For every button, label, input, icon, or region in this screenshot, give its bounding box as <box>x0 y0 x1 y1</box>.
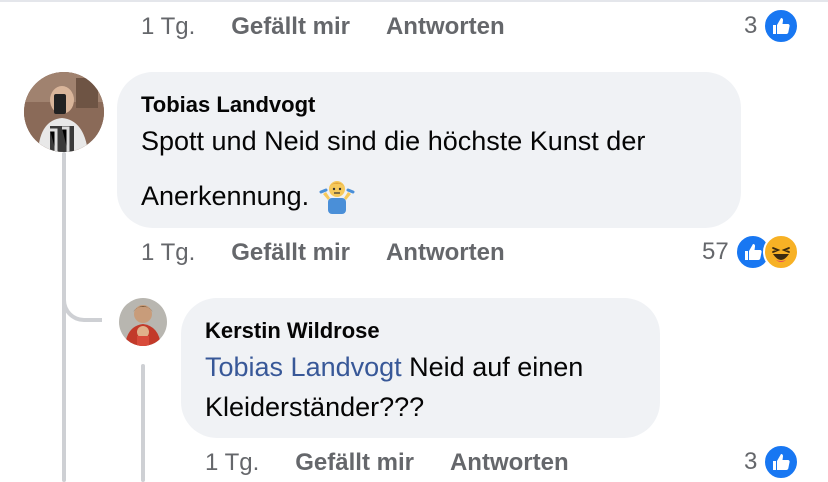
comment-bubble: Kerstin Wildrose Tobias Landvogt Neid au… <box>181 298 660 438</box>
avatar[interactable] <box>24 72 104 152</box>
top-divider <box>0 0 828 2</box>
reaction-count: 3 <box>744 448 758 475</box>
reaction-count: 3 <box>744 12 758 39</box>
comment-author[interactable]: Kerstin Wildrose <box>205 318 380 344</box>
comment-time[interactable]: 1 Tg. <box>205 449 259 477</box>
man-shrugging-emoji-icon <box>319 178 355 214</box>
comment-text-line-2: Anerkennung. <box>141 180 310 211</box>
comment-actions: 1 Tg. Gefällt mir Antworten <box>141 236 505 270</box>
reply-button[interactable]: Antworten <box>386 239 505 267</box>
reply-button[interactable]: Antworten <box>450 449 569 477</box>
comment-text-line-2: Kleiderständer??? <box>205 392 425 422</box>
comment-text-line-1: Tobias Landvogt Neid auf einen <box>205 352 583 383</box>
reply-button[interactable]: Antworten <box>386 13 505 41</box>
like-reaction-icon <box>763 444 800 480</box>
reply-thread-line <box>141 364 145 482</box>
comment-text-line-1: Spott und Neid sind die höchste Kunst de… <box>141 126 646 156</box>
like-button[interactable]: Gefällt mir <box>231 239 350 267</box>
comment-actions: 1 Tg. Gefällt mir Antworten <box>141 10 505 44</box>
haha-reaction-icon <box>762 234 799 270</box>
mention-link[interactable]: Tobias Landvogt <box>205 352 402 382</box>
comment-text-rest: Neid auf einen <box>401 352 584 382</box>
comment-text-line-2-row: Anerkennung. <box>141 178 355 214</box>
reaction-summary[interactable]: 57 <box>702 234 799 270</box>
reaction-summary[interactable]: 3 <box>744 444 800 480</box>
comment-actions: 1 Tg. Gefällt mir Antworten <box>205 446 569 480</box>
comment-time[interactable]: 1 Tg. <box>141 13 195 41</box>
reply-connector <box>62 262 102 322</box>
like-reaction-icon <box>763 8 800 44</box>
like-button[interactable]: Gefällt mir <box>231 13 350 41</box>
like-button[interactable]: Gefällt mir <box>295 449 414 477</box>
thread-line <box>62 152 66 482</box>
comment-bubble: Tobias Landvogt Spott und Neid sind die … <box>117 72 741 228</box>
avatar[interactable] <box>119 298 167 346</box>
comment-time[interactable]: 1 Tg. <box>141 239 195 267</box>
comment-author[interactable]: Tobias Landvogt <box>141 92 315 118</box>
reaction-summary[interactable]: 3 <box>744 8 800 44</box>
reaction-count: 57 <box>702 238 729 265</box>
